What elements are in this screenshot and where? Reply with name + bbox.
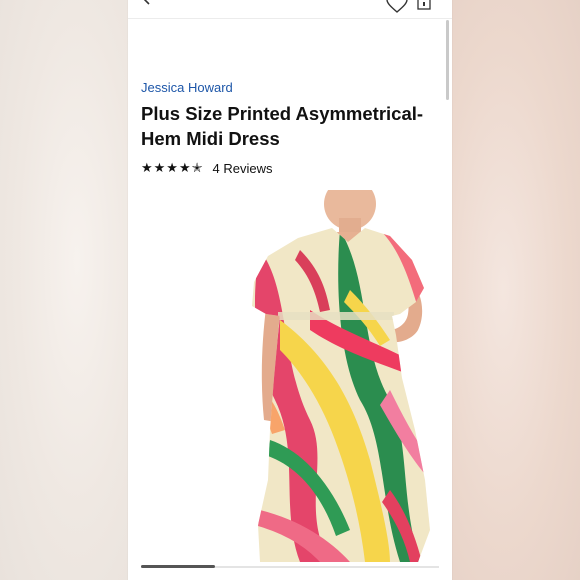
brand-link[interactable]: Jessica Howard <box>141 80 233 95</box>
star-rating: ★★★★✭ <box>141 160 204 175</box>
background-blur-left <box>0 0 128 580</box>
product-page: Jessica Howard Plus Size Printed Asymmet… <box>128 0 452 580</box>
top-navigation-bar <box>128 0 452 19</box>
reviews-link[interactable]: 4 Reviews <box>213 161 273 176</box>
shopping-bag-icon[interactable] <box>416 0 432 10</box>
page-scrollbar[interactable] <box>446 20 449 100</box>
gallery-progress-indicator[interactable] <box>141 565 215 568</box>
rating-row[interactable]: ★★★★✭ 4 Reviews <box>141 159 272 177</box>
product-photo[interactable] <box>240 190 440 562</box>
heart-icon[interactable] <box>386 0 408 14</box>
background-blur-right <box>452 0 580 580</box>
chevron-left-icon[interactable] <box>140 0 154 6</box>
product-title: Plus Size Printed Asymmetrical-Hem Midi … <box>141 103 424 149</box>
